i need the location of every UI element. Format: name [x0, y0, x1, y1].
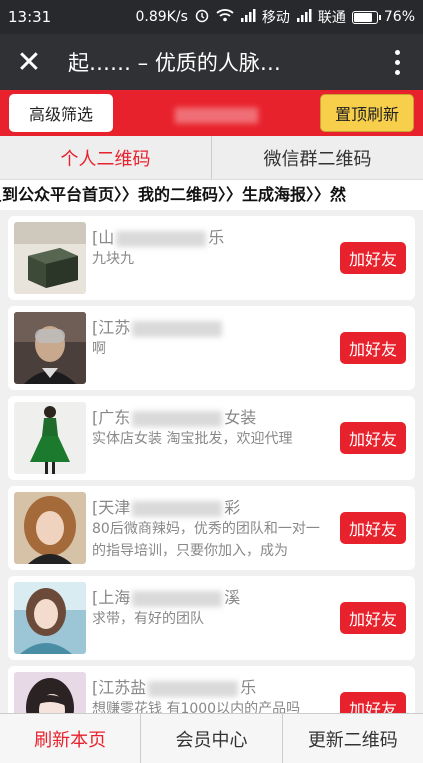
member-desc: 想赚零花钱 有1000以内的产品吗	[92, 701, 301, 713]
avatar[interactable]	[14, 222, 86, 294]
member-name: [广东 女装	[92, 408, 257, 427]
tab-personal-qrcode[interactable]: 个人二维码	[0, 136, 211, 179]
signal-icon	[296, 8, 312, 26]
avatar[interactable]	[14, 402, 86, 474]
member-desc: 求带，有好的团队	[92, 611, 204, 627]
member-name: [天津彩	[92, 498, 241, 517]
member-desc: 啊	[92, 341, 106, 357]
list-item[interactable]: [江苏 啊 加好友	[8, 306, 415, 390]
alarm-icon	[194, 7, 210, 27]
list-item[interactable]: [广东 女装 实体店女装 淘宝批发，欢迎代理 加好友	[8, 396, 415, 480]
status-time: 13:31	[8, 8, 52, 26]
avatar[interactable]	[14, 492, 86, 564]
battery-icon	[351, 10, 381, 24]
add-friend-button[interactable]: 加好友	[340, 602, 406, 634]
network-speed: 0.89K/s	[135, 9, 188, 25]
add-friend-button[interactable]: 加好友	[340, 332, 406, 364]
close-button[interactable]: ✕	[0, 34, 58, 90]
avatar[interactable]	[14, 312, 86, 384]
tab-bar: 个人二维码 微信群二维码	[0, 136, 423, 180]
add-friend-button[interactable]: 加好友	[340, 512, 406, 544]
add-friend-button[interactable]: 加好友	[340, 242, 406, 274]
tab-wechat-group-qrcode[interactable]: 微信群二维码	[211, 136, 423, 179]
update-qrcode-button[interactable]: 更新二维码	[281, 714, 423, 763]
battery-percent: 76%	[383, 9, 415, 25]
breadcrumb-text[interactable]: 员到公众平台首页〉〉我的二维码〉〉生成海报〉〉然	[0, 180, 423, 210]
member-name: [山乐	[92, 228, 225, 247]
member-desc: 实体店女装 淘宝批发，欢迎代理	[92, 431, 293, 447]
avatar[interactable]	[14, 672, 86, 713]
toolbar: 高级筛选 ▆▆▆▆▆▆ 置顶刷新	[0, 90, 423, 136]
carrier-1: 移动	[261, 10, 290, 26]
member-desc: 80后微商辣妈，优秀的团队和一对一的指导培训，只要你加入，成为	[92, 521, 320, 559]
carrier-2: 联通	[317, 10, 346, 26]
breadcrumb: 员到公众平台首页〉〉我的二维码〉〉生成海报〉〉然	[0, 180, 423, 210]
member-name: [江苏盐乐	[92, 678, 257, 697]
refresh-page-button[interactable]: 刷新本页	[0, 714, 140, 763]
list-item[interactable]: [天津彩 80后微商辣妈，优秀的团队和一对一的指导培训，只要你加入，成为 加好友	[8, 486, 415, 570]
pin-refresh-button[interactable]: 置顶刷新	[320, 94, 414, 132]
close-icon: ✕	[16, 44, 42, 80]
page-title: 起…… – 优质的人脉…	[68, 51, 281, 75]
member-name: [上海溪	[92, 588, 241, 607]
blurred-toolbar-title: ▆▆▆▆▆▆	[174, 102, 259, 124]
advanced-filter-button[interactable]: 高级筛选	[9, 94, 113, 132]
status-bar: 13:31 0.89K/s 移动 联通 76%	[0, 0, 423, 34]
add-friend-button[interactable]: 加好友	[340, 692, 406, 713]
bottom-nav: 刷新本页 会员中心 更新二维码	[0, 713, 423, 763]
more-vertical-icon	[394, 49, 400, 55]
member-center-button[interactable]: 会员中心	[140, 714, 281, 763]
signal-icon	[240, 8, 256, 26]
member-name: [江苏	[92, 314, 333, 337]
avatar[interactable]	[14, 582, 86, 654]
more-button[interactable]	[371, 34, 423, 90]
list-item[interactable]: [江苏盐乐 想赚零花钱 有1000以内的产品吗 加好友	[8, 666, 415, 713]
title-bar: ✕ 起…… – 优质的人脉…	[0, 34, 423, 90]
add-friend-button[interactable]: 加好友	[340, 422, 406, 454]
wifi-icon	[216, 8, 234, 26]
member-desc: 九块九	[92, 251, 134, 267]
member-list[interactable]: [山乐 九块九 加好友 [江苏 啊 加好友 [广东 女装 实体店女装 淘宝批发，…	[0, 210, 423, 713]
list-item[interactable]: [上海溪 求带，有好的团队 加好友	[8, 576, 415, 660]
list-item[interactable]: [山乐 九块九 加好友	[8, 216, 415, 300]
